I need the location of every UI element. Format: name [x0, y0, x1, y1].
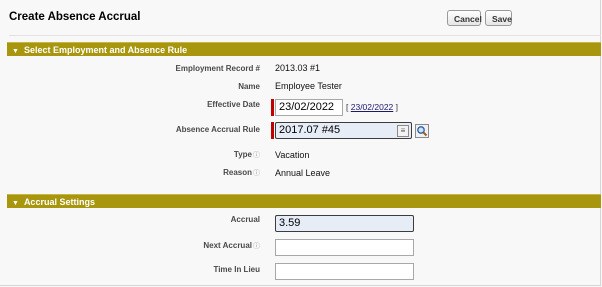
required-marker	[271, 122, 274, 139]
type-label-text: Type	[233, 150, 252, 159]
section-title: Select Employment and Absence Rule	[23, 45, 188, 55]
today-date-link[interactable]: 23/02/2022	[351, 102, 394, 112]
page-frame: Create Absence Accrual Cancel Save ▼ Sele…	[0, 0, 601, 286]
page-title: Create Absence Accrual	[9, 11, 141, 23]
name-label: Name	[238, 82, 260, 91]
today-date-link-wrapper: [ 23/02/2022 ]	[346, 102, 399, 112]
effective-date-label: Effective Date	[207, 100, 260, 109]
reason-label-text: Reason	[223, 168, 252, 177]
section-title: Accrual Settings	[23, 197, 95, 207]
cancel-button[interactable]: Cancel	[447, 10, 482, 26]
magnifier-icon[interactable]	[415, 124, 429, 138]
required-marker	[271, 99, 274, 116]
next-accrual-label-text: Next Accrual	[203, 241, 252, 250]
info-circle-icon[interactable]: ⓘ	[253, 152, 260, 159]
type-value: Vacation	[275, 150, 310, 160]
title-divider	[9, 35, 601, 36]
reason-label: Reasonⓘ	[9, 168, 260, 178]
accrual-label: Accrual	[230, 215, 260, 224]
triangle-down-icon: ▼	[12, 200, 19, 207]
section-header-accrual[interactable]: ▼ Accrual Settings	[7, 194, 601, 208]
time-in-lieu-input[interactable]	[275, 263, 414, 280]
triangle-down-icon: ▼	[12, 48, 19, 55]
save-button[interactable]: Save	[485, 10, 512, 26]
time-in-lieu-label: Time In Lieu	[213, 265, 260, 274]
next-accrual-input[interactable]	[275, 239, 414, 256]
name-value: Employee Tester	[275, 81, 342, 91]
employment-record-value: 2013.03 #1	[275, 63, 321, 73]
absence-accrual-rule-label: Absence Accrual Rule	[175, 125, 260, 134]
absence-accrual-rule-input[interactable]: 2017.07 #45	[275, 122, 412, 139]
reason-value: Annual Leave	[275, 168, 331, 178]
type-label: Typeⓘ	[9, 150, 260, 160]
employment-record-label: Employment Record #	[175, 64, 260, 73]
effective-date-input[interactable]: 23/02/2022	[275, 99, 343, 116]
list-picker-icon[interactable]: ≡	[397, 125, 409, 137]
next-accrual-label: Next Accrualⓘ	[9, 241, 260, 251]
accrual-input[interactable]: 3.59	[275, 215, 414, 232]
info-circle-icon[interactable]: ⓘ	[253, 170, 260, 177]
info-circle-icon[interactable]: ⓘ	[253, 243, 260, 250]
section-header-employment[interactable]: ▼ Select Employment and Absence Rule	[7, 42, 601, 56]
